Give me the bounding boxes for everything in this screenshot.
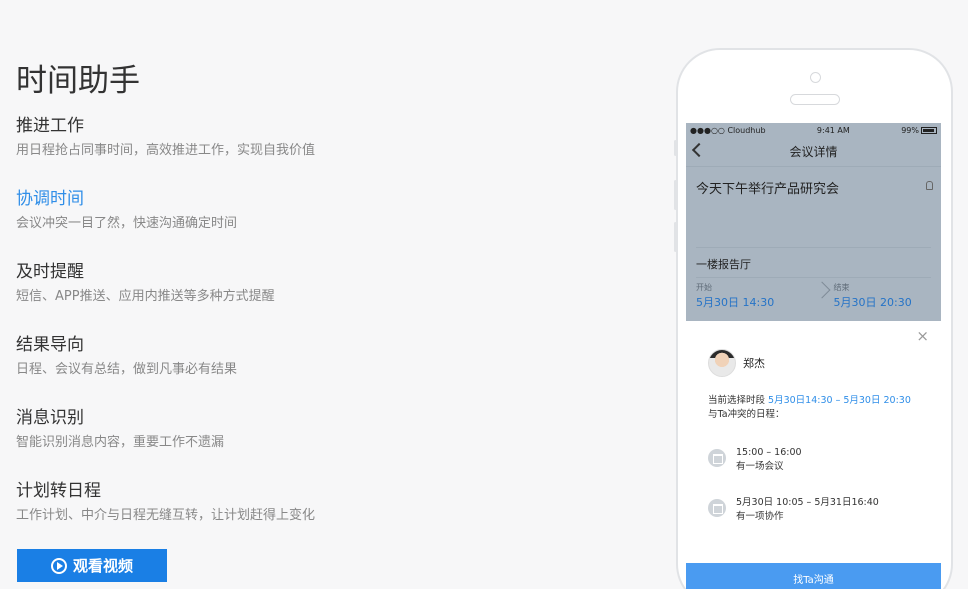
back-icon[interactable] xyxy=(691,142,707,158)
feature-desc: 工作计划、中介与日程无缝互转，让计划赶得上变化 xyxy=(16,508,316,523)
meeting-time-row: 开始 5月30日 14:30 结束 5月30日 20:30 xyxy=(696,277,931,311)
conflict-time: 15:00 – 16:00 xyxy=(736,447,802,458)
end-label: 结束 xyxy=(833,283,850,292)
range-value: 5月30日14:30 – 5月30日 20:30 xyxy=(768,395,911,406)
battery-status: 99% xyxy=(901,126,937,135)
feature-title: 及时提醒 xyxy=(16,262,84,282)
range-suffix: 与Ta冲突的日程： xyxy=(708,409,785,420)
conflict-time: 5月30日 10:05 – 5月31日16:40 xyxy=(736,497,879,508)
feature-item-result-oriented[interactable]: 结果导向 日程、会议有总结，做到凡事必有结果 xyxy=(16,333,576,406)
feature-desc: 短信、APP推送、应用内推送等多种方式提醒 xyxy=(16,289,275,304)
feature-desc: 用日程抢占同事时间，高效推进工作，实现自我价值 xyxy=(16,143,316,158)
conflict-desc: 有一场会议 xyxy=(736,461,784,472)
feature-desc: 智能识别消息内容，重要工作不遗漏 xyxy=(16,435,225,450)
page-title: 时间助手 xyxy=(16,63,140,99)
feature-title: 消息识别 xyxy=(16,408,84,428)
nav-title: 会议详情 xyxy=(789,145,838,159)
status-time: 9:41 AM xyxy=(816,125,850,135)
selected-range: 当前选择时段 5月30日14:30 – 5月30日 20:30 与Ta冲突的日程… xyxy=(708,394,911,422)
feature-item-message-recognition[interactable]: 消息识别 智能识别消息内容，重要工作不遗漏 xyxy=(16,406,576,479)
feature-title: 协调时间 xyxy=(16,189,84,209)
feature-panel: 时间助手 推进工作 用日程抢占同事时间，高效推进工作，实现自我价值 协调时间 会… xyxy=(16,60,576,552)
close-icon[interactable]: × xyxy=(916,329,929,344)
feature-desc: 会议冲突一目了然，快速沟通确定时间 xyxy=(16,216,238,231)
end-time: 结束 5月30日 20:30 xyxy=(794,282,932,311)
bell-icon[interactable] xyxy=(926,181,933,190)
carrier-label: ●●●○○ Cloudhub xyxy=(690,125,766,135)
camera-icon xyxy=(810,72,821,83)
conflict-desc: 有一项协作 xyxy=(736,511,784,522)
briefcase-icon xyxy=(708,499,726,517)
phone-side-button xyxy=(674,140,677,156)
feature-desc: 日程、会议有总结，做到凡事必有结果 xyxy=(16,362,238,377)
range-prefix: 当前选择时段 xyxy=(708,395,766,406)
start-label: 开始 xyxy=(696,283,712,292)
conflict-text: 15:00 – 16:00 有一场会议 xyxy=(736,446,802,474)
conflict-sheet: × 郑杰 当前选择时段 5月30日14:30 – 5月30日 20:30 与Ta… xyxy=(686,321,941,589)
feature-title: 计划转日程 xyxy=(16,481,101,501)
feature-title: 推进工作 xyxy=(16,116,84,136)
contact-button[interactable]: 找Ta沟通 xyxy=(686,563,941,589)
meeting-title-text: 今天下午举行产品研究会 xyxy=(696,182,840,197)
meeting-location: 一楼报告厅 xyxy=(696,247,931,277)
start-value: 5月30日 14:30 xyxy=(696,296,775,309)
conflict-text: 5月30日 10:05 – 5月31日16:40 有一项协作 xyxy=(736,496,879,524)
conflict-item[interactable]: 5月30日 10:05 – 5月31日16:40 有一项协作 xyxy=(708,496,879,524)
person-name: 郑杰 xyxy=(743,357,765,370)
feature-item-coordinate-time[interactable]: 协调时间 会议冲突一目了然，快速沟通确定时间 xyxy=(16,187,576,260)
feature-title: 结果导向 xyxy=(16,335,84,355)
watch-video-button[interactable]: 观看视频 xyxy=(17,549,167,582)
person-row: 郑杰 xyxy=(708,349,765,377)
phone-screen: ●●●○○ Cloudhub 9:41 AM 99% 会议详情 今天下午举行产品… xyxy=(686,123,941,589)
feature-item-timely-reminder[interactable]: 及时提醒 短信、APP推送、应用内推送等多种方式提醒 xyxy=(16,260,576,333)
battery-icon xyxy=(921,126,937,134)
nav-bar: 会议详情 xyxy=(686,137,941,167)
start-time: 开始 5月30日 14:30 xyxy=(696,282,794,311)
watch-video-label: 观看视频 xyxy=(72,557,133,575)
avatar xyxy=(708,349,736,377)
conflict-item[interactable]: 15:00 – 16:00 有一场会议 xyxy=(708,446,802,474)
play-circle-icon xyxy=(50,557,67,574)
phone-side-button xyxy=(674,222,677,252)
feature-item-plan-to-schedule[interactable]: 计划转日程 工作计划、中介与日程无缝互转，让计划赶得上变化 xyxy=(16,479,576,552)
status-bar: ●●●○○ Cloudhub 9:41 AM 99% xyxy=(686,123,941,137)
phone-mockup: ●●●○○ Cloudhub 9:41 AM 99% 会议详情 今天下午举行产品… xyxy=(674,48,953,589)
end-value: 5月30日 20:30 xyxy=(833,296,912,309)
selected-range-line: 当前选择时段 5月30日14:30 – 5月30日 20:30 xyxy=(708,394,911,408)
phone-side-button xyxy=(674,180,677,210)
feature-item-advance-work[interactable]: 推进工作 用日程抢占同事时间，高效推进工作，实现自我价值 xyxy=(16,114,576,187)
calendar-icon xyxy=(708,449,726,467)
battery-label: 99% xyxy=(901,125,919,135)
speaker-icon xyxy=(790,94,840,105)
meeting-title: 今天下午举行产品研究会 xyxy=(686,167,941,247)
